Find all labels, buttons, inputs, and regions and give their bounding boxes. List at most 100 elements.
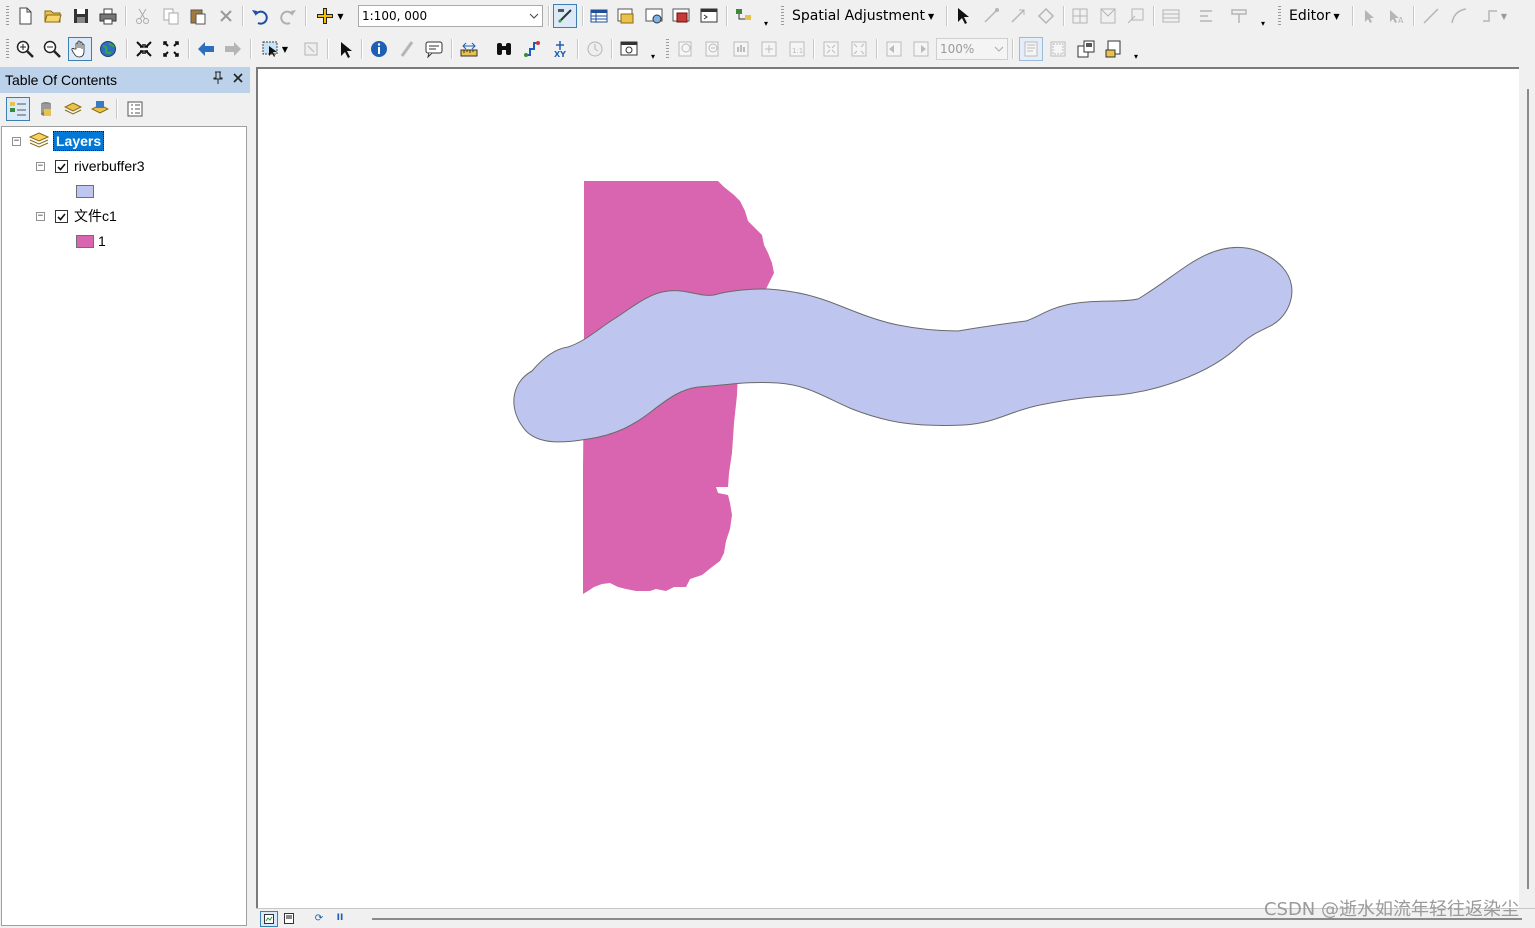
layout-view-icon[interactable] (281, 911, 297, 925)
toolbar-grip[interactable] (666, 39, 669, 59)
map-scale-combo[interactable]: 1:100, 000 (358, 5, 543, 27)
zoom-in-icon[interactable] (14, 38, 36, 60)
html-popup-icon[interactable] (423, 38, 445, 60)
catalog-icon[interactable] (615, 5, 637, 27)
copy-icon[interactable] (160, 5, 182, 27)
chevron-down-icon[interactable] (991, 39, 1007, 59)
map-display-canvas[interactable] (256, 67, 1519, 908)
data-driven-pages-icon[interactable] (1103, 38, 1125, 60)
layout-zoom-in-icon[interactable] (675, 38, 697, 60)
collapse-icon[interactable]: − (36, 211, 45, 221)
save-icon[interactable] (70, 5, 92, 27)
layout-pan-icon[interactable] (730, 38, 752, 60)
layer-visibility-checkbox[interactable] (55, 209, 68, 223)
cut-icon[interactable] (132, 5, 154, 27)
legend-swatch-value-1[interactable] (76, 234, 94, 248)
vertical-scrollbar[interactable] (1519, 67, 1535, 908)
legend-swatch-riverbuffer3[interactable] (76, 184, 94, 198)
view-link-table-icon[interactable] (1069, 5, 1091, 27)
go-back-icon[interactable] (195, 38, 217, 60)
layer-name[interactable]: 文件c1 (74, 206, 117, 226)
toolbar-overflow-button[interactable]: ▾ (761, 6, 771, 28)
focus-data-frame-icon[interactable] (1047, 38, 1069, 60)
create-viewer-window-icon[interactable] (618, 38, 640, 60)
layer-row-riverbuffer3[interactable]: − riverbuffer3 (36, 155, 145, 177)
redo-icon[interactable] (277, 5, 299, 27)
go-forward-icon[interactable] (222, 38, 244, 60)
select-features-icon[interactable]: ▼ (257, 38, 293, 60)
toolbar-grip[interactable] (781, 6, 784, 26)
attribute-transfer-icon[interactable] (1097, 5, 1119, 27)
arctoolbox-icon[interactable] (670, 5, 692, 27)
toggle-draft-mode-icon[interactable] (1019, 37, 1043, 61)
layout-zoom-combo[interactable]: 100% (936, 38, 1008, 60)
fixed-layout-zoom-out-icon[interactable] (848, 38, 870, 60)
layer-visibility-checkbox[interactable] (55, 159, 68, 173)
python-window-icon[interactable] (698, 5, 720, 27)
find-icon[interactable] (493, 38, 515, 60)
layer-row-wenjian-c1[interactable]: − 文件c1 (36, 205, 117, 227)
fixed-layout-zoom-in-icon[interactable] (820, 38, 842, 60)
spatial-adjustment-menu[interactable]: Spatial Adjustment ▼ (792, 6, 934, 26)
edit-tool-icon[interactable] (1358, 5, 1380, 27)
pan-icon[interactable] (68, 37, 92, 61)
toolbar-overflow-button[interactable]: ▾ (1258, 6, 1268, 28)
legend-row[interactable] (76, 180, 98, 202)
print-icon[interactable] (97, 5, 119, 27)
new-document-icon[interactable] (14, 5, 36, 27)
editor-menu[interactable]: Editor ▼ (1289, 6, 1340, 26)
editor-toolbar-icon[interactable] (553, 4, 577, 28)
table-icon[interactable] (588, 5, 610, 27)
zoom-whole-page-icon[interactable] (758, 38, 780, 60)
layer-name[interactable]: riverbuffer3 (74, 158, 145, 174)
collapse-icon[interactable]: − (36, 161, 45, 171)
open-folder-icon[interactable] (42, 5, 64, 27)
scrollbar-track[interactable] (1527, 89, 1529, 889)
close-icon[interactable] (232, 71, 244, 87)
go-back-extent-icon[interactable] (883, 38, 905, 60)
select-elements-icon[interactable] (952, 5, 974, 27)
toolbar-grip[interactable] (1278, 6, 1281, 26)
model-builder-icon[interactable] (733, 5, 755, 27)
trace-icon[interactable]: ▼ (1476, 5, 1512, 27)
list-by-drawing-order-icon[interactable] (6, 97, 30, 121)
limit-adjustment-icon[interactable] (1035, 5, 1057, 27)
list-by-selection-icon[interactable] (89, 98, 111, 120)
find-route-icon[interactable] (521, 38, 543, 60)
rubbersheet-icon[interactable] (1228, 5, 1250, 27)
full-extent-icon[interactable] (97, 38, 119, 60)
data-view-icon[interactable] (260, 911, 278, 927)
clear-selection-icon[interactable] (300, 38, 322, 60)
options-icon[interactable] (124, 98, 146, 120)
attribute-transfer-mapping-icon[interactable] (1125, 5, 1147, 27)
zoom-out-icon[interactable] (41, 38, 63, 60)
go-forward-extent-icon[interactable] (910, 38, 932, 60)
toolbar-overflow-button[interactable]: ▾ (648, 39, 658, 61)
edge-match-icon[interactable] (1195, 5, 1217, 27)
zoom-100-icon[interactable]: 1:1 (786, 38, 808, 60)
time-slider-icon[interactable] (584, 38, 606, 60)
identify-icon[interactable] (368, 38, 390, 60)
toolbar-grip[interactable] (6, 6, 9, 26)
add-data-icon[interactable]: ▼ (312, 5, 348, 27)
end-point-arc-icon[interactable] (1448, 5, 1470, 27)
link-table-icon[interactable] (1160, 5, 1182, 27)
go-to-xy-icon[interactable]: XY (549, 38, 571, 60)
layers-root-row[interactable]: − Layers (12, 130, 105, 152)
pause-drawing-icon[interactable]: II (332, 911, 348, 925)
chevron-down-icon[interactable] (526, 6, 542, 26)
modify-link-icon[interactable] (1007, 5, 1029, 27)
toolbar-overflow-button[interactable]: ▾ (1131, 39, 1141, 61)
fixed-zoom-in-icon[interactable] (133, 38, 155, 60)
straight-segment-icon[interactable] (1420, 5, 1442, 27)
edit-annotation-icon[interactable]: A (1385, 5, 1407, 27)
hyperlink-icon[interactable] (396, 38, 418, 60)
fixed-zoom-out-icon[interactable] (160, 38, 182, 60)
change-layout-icon[interactable] (1075, 38, 1097, 60)
list-by-visibility-icon[interactable] (62, 98, 84, 120)
list-by-source-icon[interactable] (35, 98, 57, 120)
measure-icon[interactable] (458, 38, 480, 60)
toolbar-grip[interactable] (6, 39, 9, 59)
legend-row[interactable]: 1 (76, 230, 106, 252)
delete-icon[interactable] (215, 5, 237, 27)
